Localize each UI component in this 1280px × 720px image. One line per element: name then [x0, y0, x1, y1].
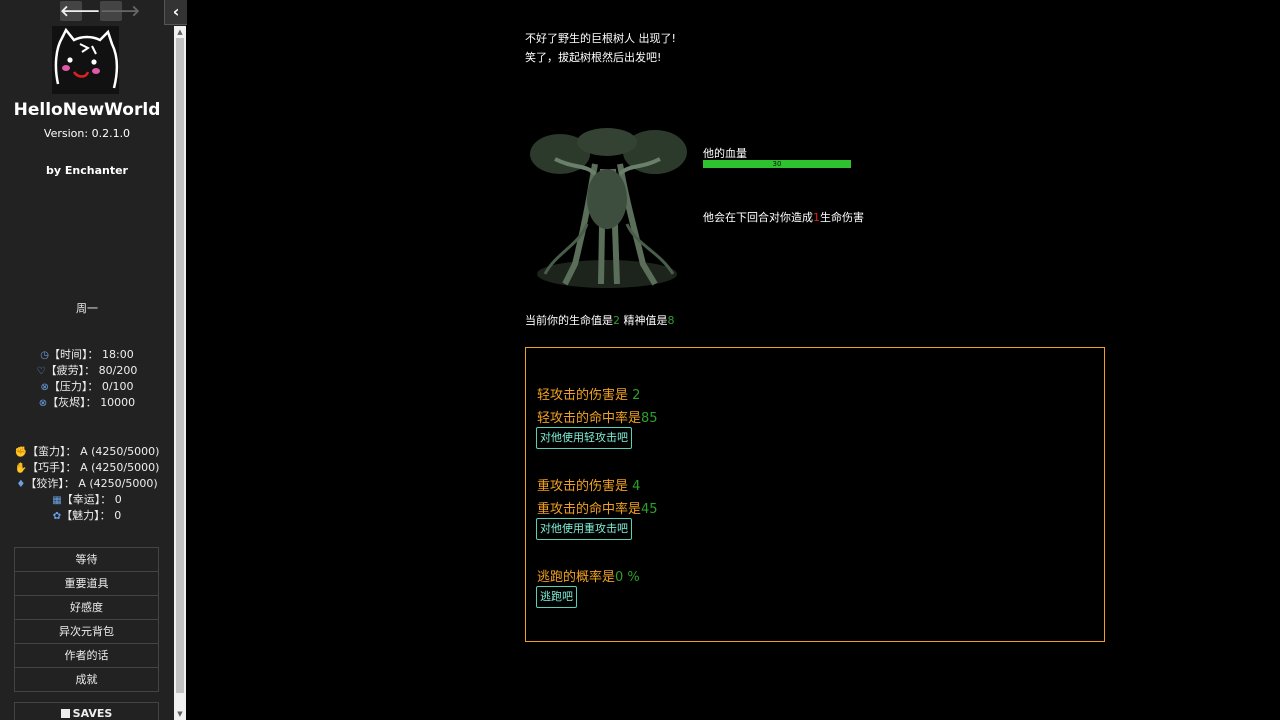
weekday-label: 周一 — [76, 302, 98, 315]
menu-wait[interactable]: 等待 — [14, 547, 159, 571]
menu-key-items[interactable]: 重要道具 — [14, 571, 159, 595]
author-label: by Enchanter — [46, 164, 128, 177]
stat-value: 10000 — [100, 396, 136, 409]
light-damage-line: 轻攻击的伤害是 2 — [537, 384, 640, 403]
light-damage-label: 轻攻击的伤害是 — [537, 388, 633, 403]
light-hit-line: 轻攻击的命中率是85 — [537, 407, 658, 426]
attr-value: A (4250/5000) — [80, 445, 160, 458]
light-hit-label: 轻攻击的命中率是 — [537, 411, 642, 426]
menu-achievements[interactable]: 成就 — [14, 667, 159, 692]
heavy-hit-label: 重攻击的命中率是 — [537, 502, 642, 517]
menu-affection[interactable]: 好感度 — [14, 595, 159, 619]
light-attack-button[interactable]: 对他使用轻攻击吧 — [536, 427, 632, 449]
player-status: 当前你的生命值是2 精神值是8 — [525, 312, 675, 328]
stat-label: 【灰烬】： — [47, 396, 97, 409]
heavy-attack-button[interactable]: 对他使用重攻击吧 — [536, 518, 632, 540]
attr-dexterity: ✋【巧手】： A (4250/5000) — [0, 460, 174, 476]
back-arrow-icon[interactable]: 🡐 — [60, 1, 100, 21]
heavy-damage-value: 4 — [632, 479, 641, 494]
menu-dimension-bag[interactable]: 异次元背包 — [14, 619, 159, 643]
floppy-disk-icon — [60, 709, 70, 718]
stat-time: ◷【时间】： 18:00 — [0, 347, 174, 363]
cat-doodle-icon — [54, 27, 118, 89]
game-title: HelloNewWorld — [13, 100, 161, 120]
scrollbar-thumb[interactable] — [176, 38, 184, 693]
tree-monster-icon — [530, 128, 687, 288]
stat-value: 80/200 — [98, 364, 138, 377]
sidebar: 🡐 🡒 HelloNewWorld Version: 0.2.1.0 by En… — [0, 0, 187, 720]
heavy-damage-label: 重攻击的伤害是 — [537, 479, 633, 494]
attr-label: 【巧手】： — [27, 461, 77, 474]
flower-icon: ✿ — [52, 511, 62, 522]
scroll-down-icon[interactable]: ▼ — [174, 708, 186, 720]
clock-icon: ◷ — [40, 350, 50, 361]
story-line-1: 不好了野生的巨根树人 出现了! — [525, 32, 676, 45]
fist-icon: ✊ — [14, 447, 28, 458]
enemy-threat: 他会在下回合对你造成1生命伤害 — [703, 209, 864, 225]
threat-suffix: 生命伤害 — [820, 211, 864, 224]
attr-label: 【魅力】： — [61, 509, 111, 522]
attr-cunning: ♦【狡诈】： A (4250/5000) — [0, 476, 174, 492]
x-circle-icon: ⊗ — [40, 382, 49, 393]
x-circle-icon: ⊗ — [38, 398, 48, 409]
heavy-hit-value: 45 — [641, 502, 658, 517]
enemy-hp-value: 30 — [772, 160, 782, 168]
stat-value: 18:00 — [102, 348, 134, 361]
attr-label: 【狡诈】： — [25, 477, 75, 490]
hand-icon: ✋ — [14, 463, 28, 474]
player-mp-label: 精神值是 — [620, 314, 668, 327]
attr-strength: ✊【蛮力】： A (4250/5000) — [0, 444, 174, 460]
stat-label: 【疲劳】： — [45, 364, 96, 377]
stat-pressure: ⊗【压力】： 0/100 — [0, 379, 174, 395]
enemy-hp-bar: 30 — [703, 160, 851, 168]
attr-charm: ✿【魅力】： 0 — [0, 508, 174, 524]
heart-icon: ♡ — [36, 366, 46, 377]
light-damage-value: 2 — [632, 388, 641, 403]
attr-value: 0 — [114, 509, 122, 522]
attr-value: A (4250/5000) — [78, 477, 158, 490]
attr-label: 【蛮力】： — [27, 445, 77, 458]
grid-icon: ▦ — [52, 495, 62, 506]
stat-value: 0/100 — [101, 380, 134, 393]
attr-label: 【幸运】： — [61, 493, 112, 506]
stat-label: 【时间】： — [49, 348, 99, 361]
threat-text: 他会在下回合对你造成 — [703, 211, 813, 224]
light-hit-value: 85 — [641, 411, 658, 426]
threat-damage-value: 1 — [813, 211, 820, 224]
heavy-hit-line: 重攻击的命中率是45 — [537, 498, 658, 517]
forward-arrow-icon[interactable]: 🡒 — [100, 1, 140, 21]
story-line-2: 笑了，拔起树根然后出发吧! — [525, 51, 662, 64]
sidebar-content: 🡐 🡒 HelloNewWorld Version: 0.2.1.0 by En… — [0, 0, 174, 720]
enemy-treant-image — [525, 124, 690, 294]
action-panel: 轻攻击的伤害是 2 轻攻击的命中率是85 对他使用轻攻击吧 重攻击的伤害是 4 … — [525, 347, 1105, 642]
flee-chance-line: 逃跑的概率是0 % — [537, 566, 640, 585]
collapse-sidebar-button[interactable]: ‹ — [164, 0, 187, 25]
flee-button[interactable]: 逃跑吧 — [536, 586, 577, 608]
menu-author-notes[interactable]: 作者的话 — [14, 643, 159, 667]
enemy-hp-label: 他的血量 — [703, 147, 747, 160]
stat-fatigue: ♡【疲劳】： 80/200 — [0, 363, 174, 379]
stat-ash: ⊗【灰烬】： 10000 — [0, 395, 174, 411]
flee-chance-value: 0 % — [615, 570, 640, 585]
flee-chance-label: 逃跑的概率是 — [537, 570, 616, 585]
gem-icon: ♦ — [16, 479, 26, 490]
attr-value: 0 — [114, 493, 122, 506]
player-hp-label: 当前你的生命值是 — [525, 314, 613, 327]
player-hp-value: 2 — [613, 314, 620, 327]
cat-logo — [52, 26, 119, 94]
sidebar-scrollbar[interactable]: ▲ ▼ — [174, 26, 186, 720]
attr-value: A (4250/5000) — [80, 461, 160, 474]
attr-luck: ▦【幸运】： 0 — [0, 492, 174, 508]
player-mp-value: 8 — [667, 314, 675, 327]
heavy-damage-line: 重攻击的伤害是 4 — [537, 475, 640, 494]
scroll-up-icon[interactable]: ▲ — [174, 26, 186, 38]
saves-button[interactable]: SAVES — [14, 702, 159, 720]
stat-label: 【压力】： — [48, 380, 99, 393]
saves-label: SAVES — [72, 707, 113, 720]
version-label: Version: 0.2.1.0 — [43, 127, 131, 140]
